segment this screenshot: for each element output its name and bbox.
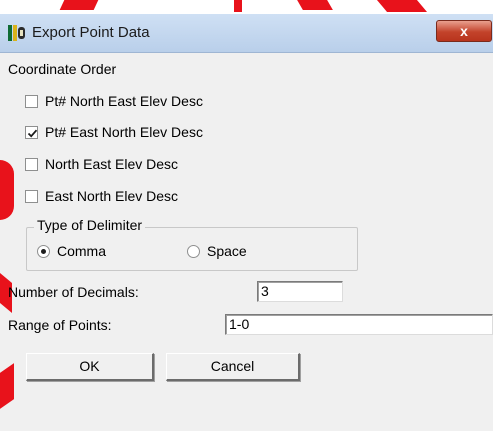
radio-comma[interactable]: [37, 245, 50, 258]
checkbox-label[interactable]: Pt# North East Elev Desc: [45, 93, 203, 109]
coordinate-order-label: Coordinate Order: [8, 61, 117, 77]
checkbox-pt-north-east[interactable]: [25, 95, 38, 108]
red-annotation-mark-top-2: [234, 0, 242, 12]
title-bar: Export Point Data x: [0, 14, 493, 53]
range-input[interactable]: 1-0: [225, 314, 493, 335]
radio-label[interactable]: Space: [207, 243, 247, 259]
radio-selected-dot: [41, 249, 46, 254]
checkbox-north-east[interactable]: [25, 158, 38, 171]
cancel-button[interactable]: Cancel: [166, 353, 300, 381]
radio-space[interactable]: [187, 245, 200, 258]
checkmark-icon: [27, 129, 38, 138]
red-annotation-mark-top-4: [376, 0, 428, 12]
red-annotation-mark-top-1: [59, 0, 99, 10]
checkbox-pt-east-north[interactable]: [25, 126, 38, 139]
radio-label[interactable]: Comma: [57, 243, 106, 259]
pillars-app-icon: [8, 24, 26, 42]
checkbox-east-north[interactable]: [25, 190, 38, 203]
ok-button[interactable]: OK: [26, 353, 154, 381]
decimals-input[interactable]: 3: [257, 281, 343, 302]
delimiter-group-title: Type of Delimiter: [34, 217, 146, 233]
red-annotation-mark-top-3: [297, 0, 333, 10]
checkbox-label[interactable]: North East Elev Desc: [45, 156, 178, 172]
decimals-label: Number of Decimals:: [8, 284, 139, 300]
close-button[interactable]: x: [436, 20, 492, 42]
red-annotation-mark-left-1: [0, 160, 14, 220]
checkbox-label[interactable]: East North Elev Desc: [45, 188, 178, 204]
window-title: Export Point Data: [32, 24, 150, 41]
range-label: Range of Points:: [8, 317, 112, 333]
checkbox-label[interactable]: Pt# East North Elev Desc: [45, 124, 203, 140]
